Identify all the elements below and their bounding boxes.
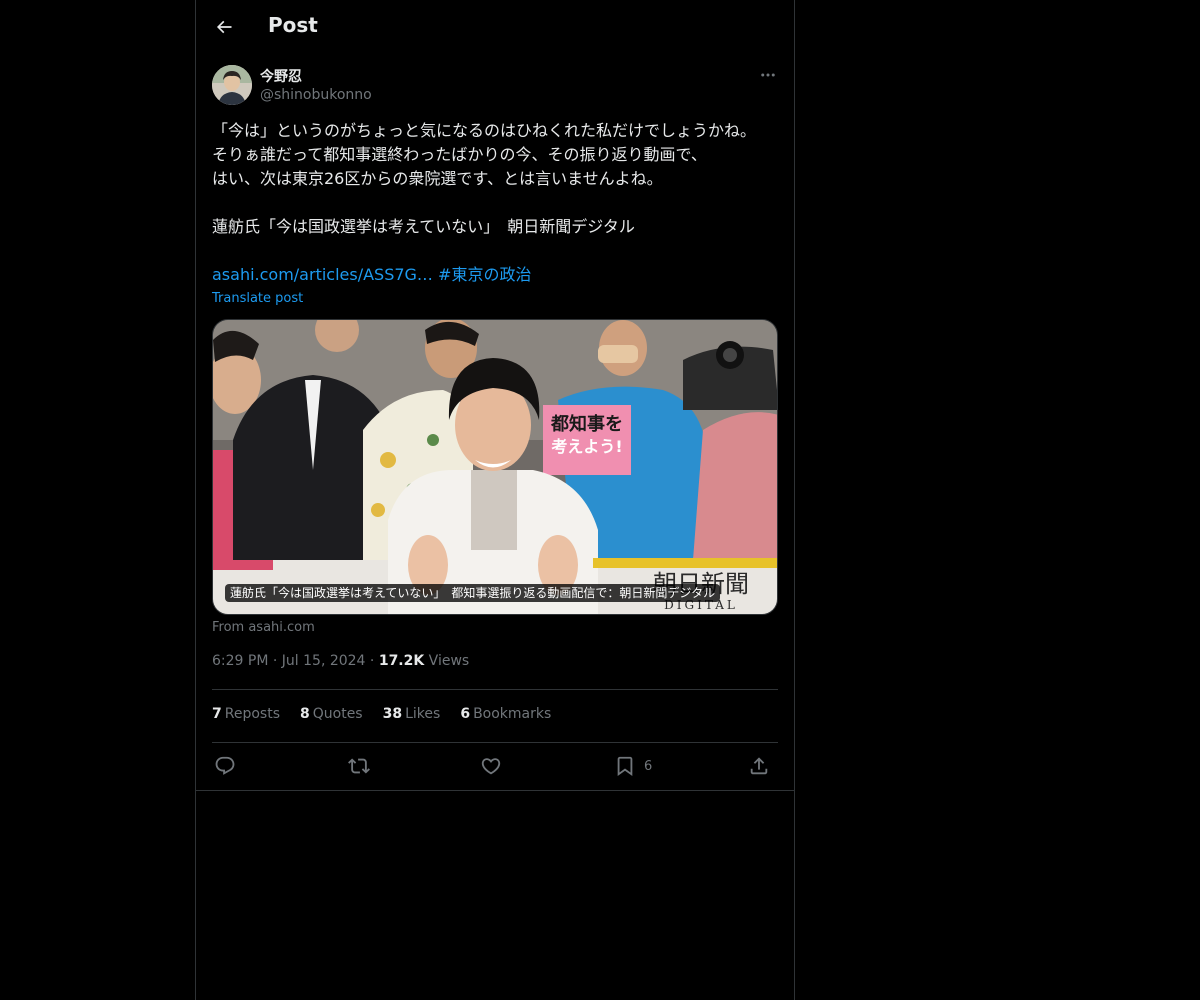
share-icon: [750, 757, 768, 775]
more-horizontal-icon: [761, 73, 775, 77]
meta-separator: ·: [369, 653, 375, 669]
views-count: 17.2K: [378, 653, 425, 669]
card-source[interactable]: From asahi.com: [212, 620, 315, 635]
divider: [196, 790, 794, 791]
bookmark-icon: [617, 756, 633, 777]
post-date[interactable]: Jul 15, 2024: [282, 653, 366, 669]
likes-label: Likes: [405, 706, 441, 722]
likes-stat[interactable]: 38 Likes: [383, 706, 441, 722]
meta-separator: ·: [272, 653, 278, 669]
card-caption: 蓮舫氏「今は国政選挙は考えていない」 都知事選振り返る動画配信で：朝日新聞デジタ…: [225, 584, 721, 602]
quotes-stat[interactable]: 8 Quotes: [300, 706, 363, 722]
reposts-label: Reposts: [224, 706, 280, 722]
back-button[interactable]: [208, 11, 240, 43]
like-button[interactable]: [480, 755, 502, 777]
translate-post-link[interactable]: Translate post: [212, 291, 303, 306]
hashtag-link[interactable]: #東京の政治: [438, 265, 531, 284]
bookmarks-count: 6: [460, 706, 471, 722]
reply-button[interactable]: [214, 755, 236, 777]
author-row: 今野忍 @shinobukonno: [212, 65, 778, 107]
author-handle[interactable]: @shinobukonno: [260, 87, 372, 103]
page-title: Post: [268, 13, 318, 37]
tweet-links: asahi.com/articles/ASS7G… #東京の政治: [212, 263, 531, 287]
bookmarks-stat[interactable]: 6 Bookmarks: [460, 706, 551, 722]
sign-text-1: 都知事を: [550, 413, 623, 435]
reposts-stat[interactable]: 7 Reposts: [212, 706, 280, 722]
page-header: Post: [196, 0, 794, 54]
main-column: Post 今野忍 @shinobukonno 「今は」というのがちょっと気になる…: [195, 0, 795, 1000]
repost-icon: [348, 758, 370, 774]
bookmark-count: 6: [644, 758, 653, 774]
bookmark-button[interactable]: 6: [614, 755, 652, 777]
divider: [212, 742, 778, 743]
post-meta: 6:29 PM · Jul 15, 2024 · 17.2K Views: [212, 653, 469, 669]
avatar-image: [212, 65, 252, 105]
sign-text-2: 考えよう!: [551, 437, 622, 456]
quotes-count: 8: [300, 706, 310, 722]
article-link[interactable]: asahi.com/articles/ASS7G…: [212, 265, 433, 284]
views-label: Views: [428, 653, 470, 669]
share-button[interactable]: [748, 755, 770, 777]
quotes-label: Quotes: [312, 706, 363, 722]
post-time[interactable]: 6:29 PM: [212, 653, 268, 669]
reposts-count: 7: [212, 706, 222, 722]
action-bar: 6: [212, 752, 778, 782]
link-card[interactable]: 都知事を 考えよう! 朝日新聞 DIGITAL 蓮舫氏「今は国政選挙は考えていな…: [212, 319, 778, 615]
bookmarks-label: Bookmarks: [473, 706, 552, 722]
reply-icon: [215, 756, 235, 775]
more-button[interactable]: [758, 65, 778, 85]
arrow-left-icon: [216, 20, 232, 34]
likes-count: 38: [382, 706, 403, 722]
divider: [212, 689, 778, 690]
repost-button[interactable]: [348, 755, 370, 777]
author-name[interactable]: 今野忍: [260, 66, 302, 86]
card-image: 都知事を 考えよう! 朝日新聞 DIGITAL: [213, 320, 777, 614]
avatar[interactable]: [212, 65, 252, 105]
tweet-text: 「今は」というのがちょっと気になるのはひねくれた私だけでしょうかね。 そりぁ誰だ…: [212, 121, 757, 236]
heart-icon: [481, 758, 501, 775]
engagement-stats: 7 Reposts 8 Quotes 38 Likes 6 Bookmarks: [212, 706, 551, 722]
